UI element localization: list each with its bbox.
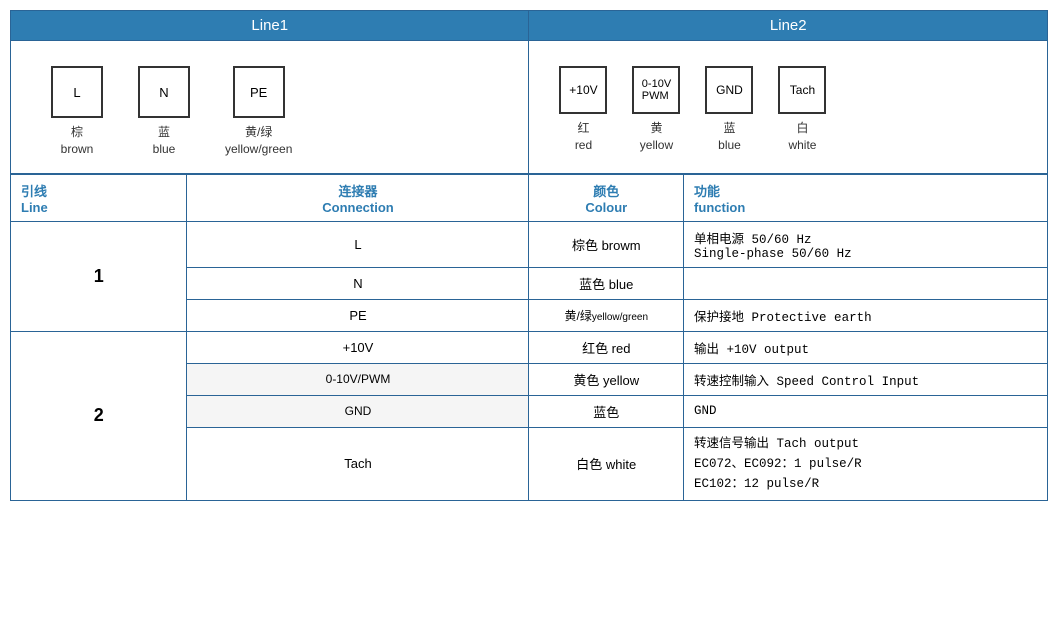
line1-header: Line1	[11, 11, 529, 41]
function-gnd: GND	[684, 395, 1048, 427]
connector-pwm: 0-10VPWM 黄yellow	[632, 66, 680, 154]
connector-gnd: GND 蓝blue	[705, 66, 753, 154]
colour-white: 白色 white	[529, 427, 684, 500]
connector-tach-box: Tach	[778, 66, 826, 114]
col-connection-header: 连接器 Connection	[187, 174, 529, 222]
colour-yellow: 黄色 yellow	[529, 363, 684, 395]
col-colour-header: 颜色 Colour	[529, 174, 684, 222]
connection-L: L	[187, 221, 529, 267]
line1-connectors: L 棕brown N 蓝blue PE 黄/绿yellow/green	[21, 51, 518, 163]
connector-PE-box: PE	[233, 66, 285, 118]
connection-pwm: 0-10V/PWM	[187, 363, 529, 395]
connection-tach: Tach	[187, 427, 529, 500]
line2-connectors: +10V 红red 0-10VPWM 黄yellow GND 蓝blue Tac…	[539, 51, 1037, 159]
colour-red: 红色 red	[529, 331, 684, 363]
connector-L-label: 棕brown	[61, 124, 94, 158]
connector-L: L 棕brown	[51, 66, 103, 158]
connector-N-box: N	[138, 66, 190, 118]
line1-diagram-cell: L 棕brown N 蓝blue PE 黄/绿yellow/green	[11, 41, 529, 174]
connector-gnd-box: GND	[705, 66, 753, 114]
line2-diagram-cell: +10V 红red 0-10VPWM 黄yellow GND 蓝blue Tac…	[529, 41, 1048, 174]
connector-tach-label: 白white	[788, 120, 816, 154]
connector-L-box: L	[51, 66, 103, 118]
connector-pwm-label: 黄yellow	[640, 120, 673, 154]
function-PE: 保护接地 Protective earth	[684, 299, 1048, 331]
function-tach: 转速信号输出 Tach output EC072、EC092：1 pulse/R…	[684, 427, 1048, 500]
function-10v: 输出 +10V output	[684, 331, 1048, 363]
connector-PE: PE 黄/绿yellow/green	[225, 66, 292, 158]
table-row: 1 L 棕色 browm 单相电源 50/60 HzSingle-phase 5…	[11, 221, 1048, 267]
connector-10v-label: 红red	[575, 120, 592, 154]
connector-PE-label: 黄/绿yellow/green	[225, 124, 292, 158]
line2-number: 2	[11, 331, 187, 500]
table-row: 2 +10V 红色 red 输出 +10V output	[11, 331, 1048, 363]
connection-N: N	[187, 267, 529, 299]
connection-10v: +10V	[187, 331, 529, 363]
connection-gnd: GND	[187, 395, 529, 427]
connector-N-label: 蓝blue	[153, 124, 176, 158]
colour-blue2: 蓝色	[529, 395, 684, 427]
function-pwm: 转速控制输入 Speed Control Input	[684, 363, 1048, 395]
connector-tach: Tach 白white	[778, 66, 826, 154]
line2-header: Line2	[529, 11, 1048, 41]
colour-blue: 蓝色 blue	[529, 267, 684, 299]
connector-N: N 蓝blue	[138, 66, 190, 158]
function-L: 单相电源 50/60 HzSingle-phase 50/60 Hz	[684, 221, 1048, 267]
line1-number: 1	[11, 221, 187, 331]
connection-PE: PE	[187, 299, 529, 331]
main-table: Line1 Line2 L 棕brown N 蓝blue PE 黄/绿yello…	[10, 10, 1048, 501]
col-function-header: 功能 function	[684, 174, 1048, 222]
connector-10v-box: +10V	[559, 66, 607, 114]
colour-brown: 棕色 browm	[529, 221, 684, 267]
connector-gnd-label: 蓝blue	[718, 120, 741, 154]
colour-yellow-green: 黄/绿yellow/green	[529, 299, 684, 331]
function-N	[684, 267, 1048, 299]
connector-10v: +10V 红red	[559, 66, 607, 154]
connector-pwm-box: 0-10VPWM	[632, 66, 680, 114]
col-line-header: 引线 Line	[11, 174, 187, 222]
